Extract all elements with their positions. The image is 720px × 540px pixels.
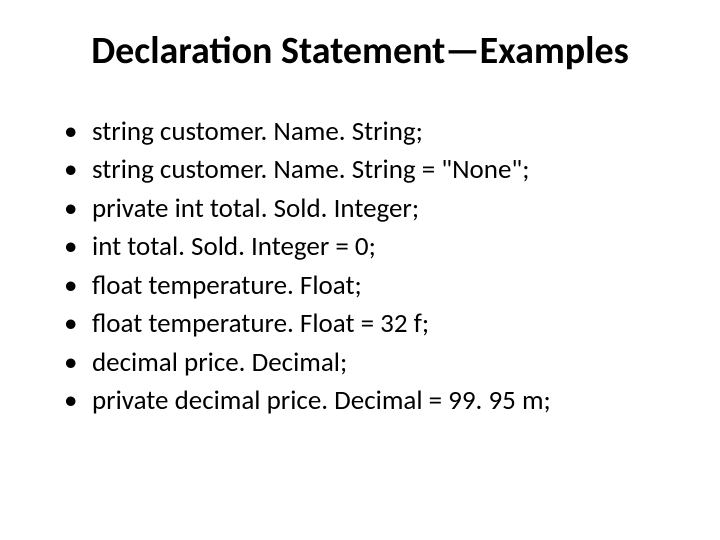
list-item: string customer. Name. String;: [64, 114, 684, 150]
list-item: private decimal price. Decimal = 99. 95 …: [64, 383, 684, 419]
list-item: decimal price. Decimal;: [64, 345, 684, 381]
list-item: float temperature. Float;: [64, 268, 684, 304]
page-title: Declaration Statement—Examples: [36, 28, 684, 74]
examples-list: string customer. Name. String; string cu…: [64, 114, 684, 420]
content-area: string customer. Name. String; string cu…: [36, 114, 684, 420]
list-item: string customer. Name. String = "None";: [64, 152, 684, 188]
list-item: private int total. Sold. Integer;: [64, 191, 684, 227]
list-item: int total. Sold. Integer = 0;: [64, 229, 684, 265]
slide: Declaration Statement—Examples string cu…: [0, 0, 720, 540]
list-item: float temperature. Float = 32 f;: [64, 306, 684, 342]
